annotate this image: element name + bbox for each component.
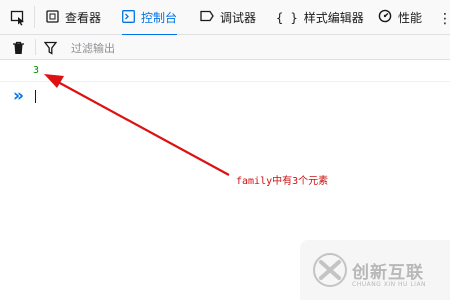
watermark-emblem-icon bbox=[312, 252, 348, 292]
annotation-text: family中有3个元素 bbox=[236, 176, 329, 187]
watermark-name: 创新互联 bbox=[352, 263, 424, 283]
watermark-subtitle: CHUANG XIN HU LIAN bbox=[352, 281, 427, 288]
watermark-logo: 创新互联 CHUANG XIN HU LIAN bbox=[300, 240, 450, 300]
